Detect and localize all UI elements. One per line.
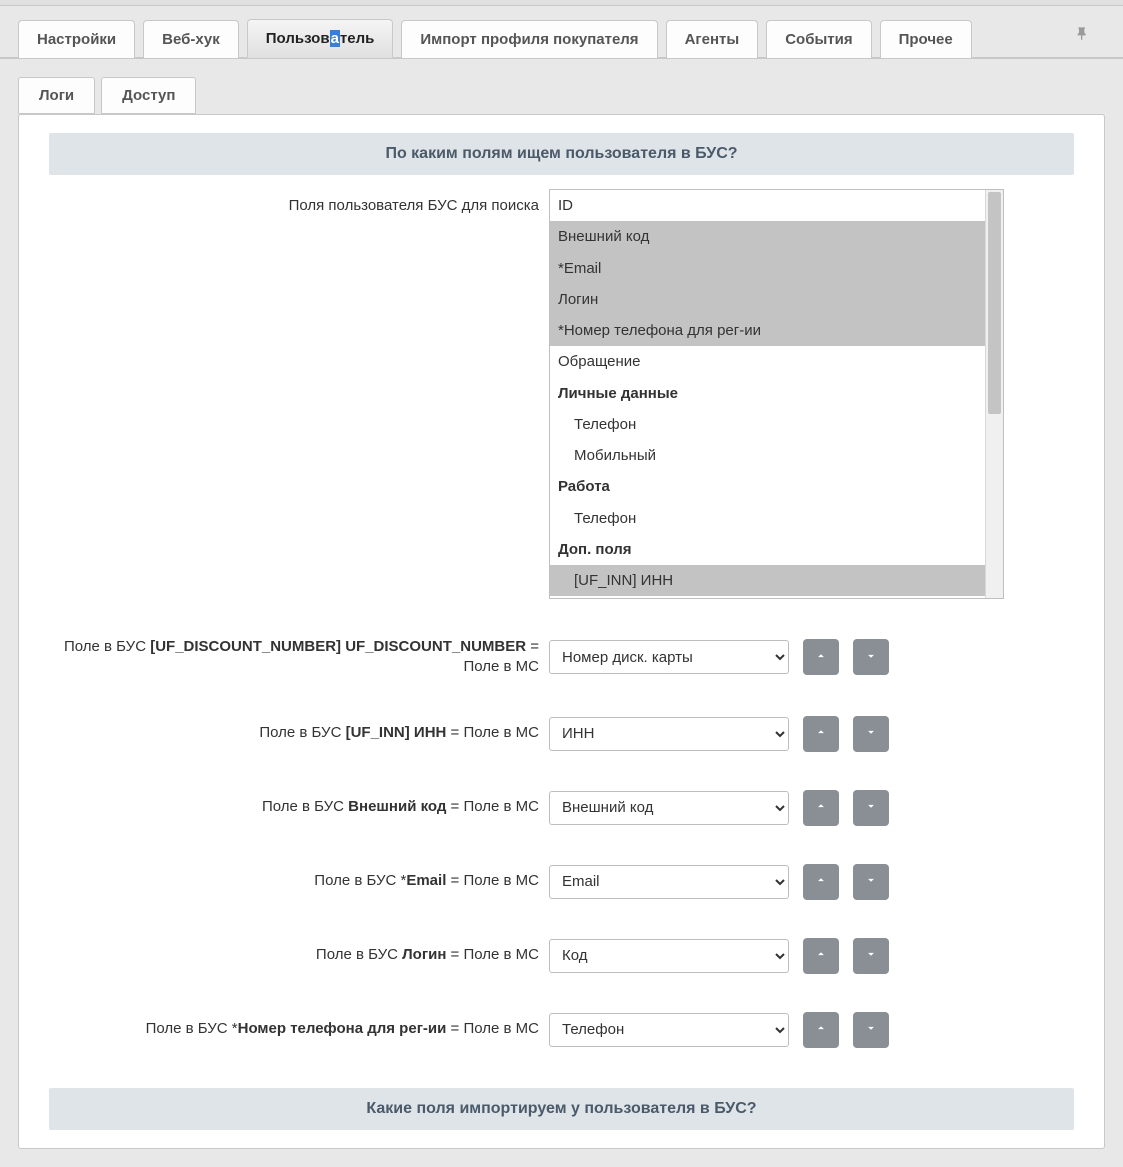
move-down-button[interactable] <box>853 716 889 752</box>
mapping-label: Поле в БУС [UF_DISCOUNT_NUMBER] UF_DISCO… <box>49 637 549 678</box>
tab-webhook[interactable]: Веб-хук <box>143 20 239 58</box>
chevron-down-icon <box>864 947 878 964</box>
mapping-row: Поле в БУС Внешний код = Поле в МСВнешни… <box>49 790 1074 826</box>
listbox-option[interactable]: Телефон <box>550 409 985 440</box>
chevron-up-icon <box>814 649 828 666</box>
mapping-label: Поле в БУС *Номер телефона для рег-ии = … <box>49 1019 549 1039</box>
mapping-label: Поле в БУС Логин = Поле в МС <box>49 945 549 965</box>
move-down-button[interactable] <box>853 790 889 826</box>
listbox-scrollbar[interactable] <box>985 190 1003 598</box>
settings-panel: По каким полям ищем пользователя в БУС? … <box>18 114 1105 1149</box>
listbox-option[interactable]: Телефон <box>550 503 985 534</box>
mapping-row: Поле в БУС Логин = Поле в МСКод <box>49 938 1074 974</box>
chevron-up-icon <box>814 947 828 964</box>
mapping-label: Поле в БУС [UF_INN] ИНН = Поле в МС <box>49 723 549 743</box>
move-down-button[interactable] <box>853 1012 889 1048</box>
chevron-down-icon <box>864 799 878 816</box>
move-up-button[interactable] <box>803 1012 839 1048</box>
tab-user-post: тель <box>340 30 374 47</box>
tab-user-pre: Пользов <box>266 30 330 47</box>
chevron-down-icon <box>864 649 878 666</box>
listbox-option[interactable]: Доп. поля <box>550 534 985 565</box>
chevron-up-icon <box>814 1021 828 1038</box>
mapping-select[interactable]: Телефон <box>549 1013 789 1047</box>
chevron-up-icon <box>814 799 828 816</box>
mapping-row: Поле в БУС *Номер телефона для рег-ии = … <box>49 1012 1074 1048</box>
move-up-button[interactable] <box>803 938 839 974</box>
listbox-option[interactable]: Внешний код <box>550 221 985 252</box>
listbox-option[interactable]: Обращение <box>550 346 985 377</box>
tab-user-hl: а <box>330 30 340 47</box>
listbox-option[interactable]: *Email <box>550 253 985 284</box>
mapping-label: Поле в БУС Внешний код = Поле в МС <box>49 797 549 817</box>
tab-user[interactable]: Пользователь <box>247 19 394 58</box>
listbox-option[interactable]: Личные данные <box>550 378 985 409</box>
tab-import-profile[interactable]: Импорт профиля покупателя <box>401 20 657 58</box>
listbox-option[interactable]: [UF_STRING] UF_STRING <box>550 596 985 598</box>
tab-events[interactable]: События <box>766 20 871 58</box>
move-down-button[interactable] <box>853 864 889 900</box>
section-import-fields-header: Какие поля импортируем у пользователя в … <box>49 1088 1074 1130</box>
chevron-up-icon <box>814 725 828 742</box>
tab-settings[interactable]: Настройки <box>18 20 135 58</box>
listbox-option[interactable]: *Номер телефона для рег-ии <box>550 315 985 346</box>
listbox-option[interactable]: [UF_INN] ИНН <box>550 565 985 596</box>
move-down-button[interactable] <box>853 639 889 675</box>
move-up-button[interactable] <box>803 716 839 752</box>
tab-other[interactable]: Прочее <box>880 20 972 58</box>
chevron-down-icon <box>864 1021 878 1038</box>
subtab-logs[interactable]: Логи <box>18 77 95 114</box>
chevron-down-icon <box>864 873 878 890</box>
listbox-option[interactable]: Работа <box>550 471 985 502</box>
main-tab-row: Настройки Веб-хук Пользователь Импорт пр… <box>0 16 1123 59</box>
move-up-button[interactable] <box>803 790 839 826</box>
mapping-select[interactable]: Внешний код <box>549 791 789 825</box>
move-up-button[interactable] <box>803 639 839 675</box>
mapping-row: Поле в БУС [UF_INN] ИНН = Поле в МСИНН <box>49 716 1074 752</box>
mapping-row: Поле в БУС [UF_DISCOUNT_NUMBER] UF_DISCO… <box>49 637 1074 678</box>
pin-icon[interactable] <box>1061 16 1105 57</box>
section-search-fields-header: По каким полям ищем пользователя в БУС? <box>49 133 1074 175</box>
chevron-down-icon <box>864 725 878 742</box>
move-down-button[interactable] <box>853 938 889 974</box>
subtab-access[interactable]: Доступ <box>101 77 196 114</box>
chevron-up-icon <box>814 873 828 890</box>
mapping-select[interactable]: Код <box>549 939 789 973</box>
mapping-row: Поле в БУС *Email = Поле в МСEmail <box>49 864 1074 900</box>
listbox-option[interactable]: Мобильный <box>550 440 985 471</box>
search-fields-listbox[interactable]: IDВнешний код*EmailЛогин*Номер телефона … <box>549 189 1004 599</box>
tab-agents[interactable]: Агенты <box>666 20 759 58</box>
move-up-button[interactable] <box>803 864 839 900</box>
mapping-select[interactable]: ИНН <box>549 717 789 751</box>
listbox-option[interactable]: ID <box>550 190 985 221</box>
listbox-option[interactable]: Логин <box>550 284 985 315</box>
search-fields-label: Поля пользователя БУС для поиска <box>49 189 549 214</box>
mapping-select[interactable]: Email <box>549 865 789 899</box>
sub-tab-row: Логи Доступ <box>0 59 1123 114</box>
mapping-label: Поле в БУС *Email = Поле в МС <box>49 871 549 891</box>
mapping-select[interactable]: Номер диск. карты <box>549 640 789 674</box>
